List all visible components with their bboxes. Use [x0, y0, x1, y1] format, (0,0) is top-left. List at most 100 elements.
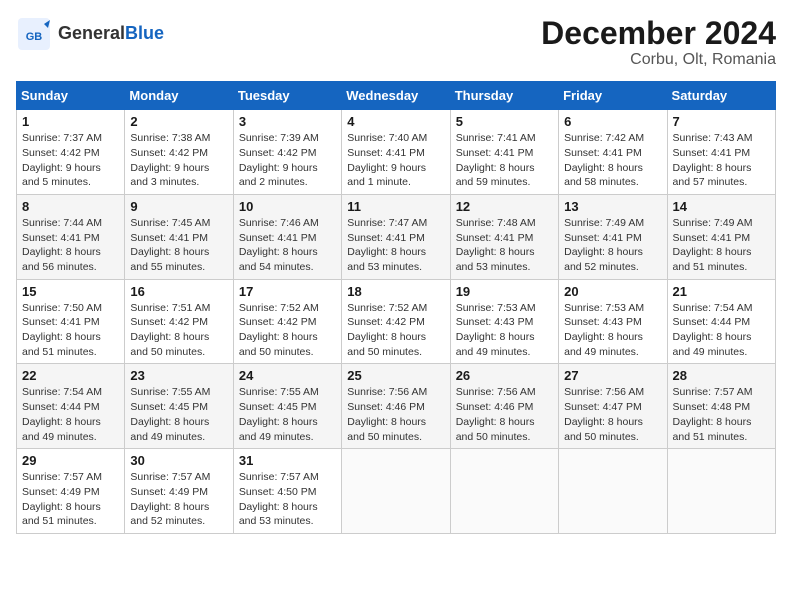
svg-text:GB: GB — [26, 31, 43, 43]
calendar-cell — [342, 449, 450, 534]
day-detail: Sunrise: 7:48 AMSunset: 4:41 PMDaylight:… — [456, 216, 553, 275]
day-number: 19 — [456, 284, 553, 299]
day-number: 10 — [239, 199, 336, 214]
calendar-cell — [450, 449, 558, 534]
calendar-header-wednesday: Wednesday — [342, 82, 450, 110]
calendar-cell: 22Sunrise: 7:54 AMSunset: 4:44 PMDayligh… — [17, 364, 125, 449]
calendar-cell: 5 Sunrise: 7:41 AMSunset: 4:41 PMDaylight… — [450, 110, 558, 195]
day-number: 7 — [673, 114, 770, 129]
calendar-cell: 26 Sunrise: 7:56 AMSunset: 4:46 PMDayligh… — [450, 364, 558, 449]
day-number: 13 — [564, 199, 661, 214]
day-number: 11 — [347, 199, 444, 214]
calendar-cell: 19 Sunrise: 7:53 AMSunset: 4:43 PMDayligh… — [450, 279, 558, 364]
day-number: 9 — [130, 199, 227, 214]
logo-blue: Blue — [125, 23, 164, 43]
day-number: 2 — [130, 114, 227, 129]
day-detail: Sunrise: 7:57 AMSunset: 4:48 PMDaylight:… — [673, 385, 770, 444]
calendar-cell: 20Sunrise: 7:53 AMSunset: 4:43 PMDayligh… — [559, 279, 667, 364]
day-detail: Sunrise: 7:40 AMSunset: 4:41 PMDaylight:… — [347, 131, 444, 190]
day-number: 31 — [239, 453, 336, 468]
page-title: December 2024 — [541, 16, 776, 51]
day-number: 3 — [239, 114, 336, 129]
day-number: 20 — [564, 284, 661, 299]
day-number: 18 — [347, 284, 444, 299]
logo-general: General — [58, 23, 125, 43]
day-detail: Sunrise: 7:49 AMSunset: 4:41 PMDaylight:… — [564, 216, 661, 275]
page-subtitle: Corbu, Olt, Romania — [541, 51, 776, 69]
calendar-cell: 4 Sunrise: 7:40 AMSunset: 4:41 PMDaylight… — [342, 110, 450, 195]
day-detail: Sunrise: 7:44 AMSunset: 4:41 PMDaylight:… — [22, 216, 119, 275]
calendar-cell: 9Sunrise: 7:45 AMSunset: 4:41 PMDaylight… — [125, 194, 233, 279]
calendar-header-friday: Friday — [559, 82, 667, 110]
day-number: 30 — [130, 453, 227, 468]
calendar-cell: 21 Sunrise: 7:54 AMSunset: 4:44 PMDayligh… — [667, 279, 775, 364]
day-number: 24 — [239, 368, 336, 383]
calendar-header-sunday: Sunday — [17, 82, 125, 110]
day-detail: Sunrise: 7:39 AMSunset: 4:42 PMDaylight:… — [239, 131, 336, 190]
day-detail: Sunrise: 7:42 AMSunset: 4:41 PMDaylight:… — [564, 131, 661, 190]
day-detail: Sunrise: 7:47 AMSunset: 4:41 PMDaylight:… — [347, 216, 444, 275]
calendar-cell: 28 Sunrise: 7:57 AMSunset: 4:48 PMDayligh… — [667, 364, 775, 449]
day-detail: Sunrise: 7:55 AMSunset: 4:45 PMDaylight:… — [130, 385, 227, 444]
calendar-cell: 29 Sunrise: 7:57 AMSunset: 4:49 PMDayligh… — [17, 449, 125, 534]
calendar-cell: 2Sunrise: 7:38 AMSunset: 4:42 PMDaylight… — [125, 110, 233, 195]
day-detail: Sunrise: 7:37 AMSunset: 4:42 PMDaylight:… — [22, 131, 119, 190]
calendar-cell: 11 Sunrise: 7:47 AMSunset: 4:41 PMDayligh… — [342, 194, 450, 279]
calendar-cell: 23 Sunrise: 7:55 AMSunset: 4:45 PMDayligh… — [125, 364, 233, 449]
day-number: 5 — [456, 114, 553, 129]
calendar-cell: 31 Sunrise: 7:57 AMSunset: 4:50 PMDayligh… — [233, 449, 341, 534]
day-detail: Sunrise: 7:49 AMSunset: 4:41 PMDaylight:… — [673, 216, 770, 275]
calendar-cell: 24 Sunrise: 7:55 AMSunset: 4:45 PMDayligh… — [233, 364, 341, 449]
day-number: 1 — [22, 114, 119, 129]
day-detail: Sunrise: 7:50 AMSunset: 4:41 PMDaylight:… — [22, 301, 119, 360]
logo-text: GeneralBlue — [58, 24, 164, 44]
day-detail: Sunrise: 7:56 AMSunset: 4:46 PMDaylight:… — [347, 385, 444, 444]
calendar-cell: 1 Sunrise: 7:37 AMSunset: 4:42 PMDaylight… — [17, 110, 125, 195]
day-detail: Sunrise: 7:55 AMSunset: 4:45 PMDaylight:… — [239, 385, 336, 444]
calendar-week-row: 22Sunrise: 7:54 AMSunset: 4:44 PMDayligh… — [17, 364, 776, 449]
day-number: 4 — [347, 114, 444, 129]
calendar-cell: 6 Sunrise: 7:42 AMSunset: 4:41 PMDaylight… — [559, 110, 667, 195]
day-number: 6 — [564, 114, 661, 129]
calendar-header-thursday: Thursday — [450, 82, 558, 110]
calendar-cell: 25 Sunrise: 7:56 AMSunset: 4:46 PMDayligh… — [342, 364, 450, 449]
day-detail: Sunrise: 7:53 AMSunset: 4:43 PMDaylight:… — [456, 301, 553, 360]
calendar-week-row: 8Sunrise: 7:44 AMSunset: 4:41 PMDaylight… — [17, 194, 776, 279]
calendar-cell: 27 Sunrise: 7:56 AMSunset: 4:47 PMDayligh… — [559, 364, 667, 449]
day-detail: Sunrise: 7:54 AMSunset: 4:44 PMDaylight:… — [673, 301, 770, 360]
day-number: 29 — [22, 453, 119, 468]
day-detail: Sunrise: 7:57 AMSunset: 4:49 PMDaylight:… — [22, 470, 119, 529]
day-number: 17 — [239, 284, 336, 299]
day-detail: Sunrise: 7:52 AMSunset: 4:42 PMDaylight:… — [239, 301, 336, 360]
day-detail: Sunrise: 7:56 AMSunset: 4:47 PMDaylight:… — [564, 385, 661, 444]
calendar-cell: 30 Sunrise: 7:57 AMSunset: 4:49 PMDayligh… — [125, 449, 233, 534]
day-number: 12 — [456, 199, 553, 214]
calendar-header-saturday: Saturday — [667, 82, 775, 110]
day-detail: Sunrise: 7:46 AMSunset: 4:41 PMDaylight:… — [239, 216, 336, 275]
day-number: 25 — [347, 368, 444, 383]
calendar-cell: 16 Sunrise: 7:51 AMSunset: 4:42 PMDayligh… — [125, 279, 233, 364]
calendar-week-row: 1 Sunrise: 7:37 AMSunset: 4:42 PMDaylight… — [17, 110, 776, 195]
day-number: 26 — [456, 368, 553, 383]
day-number: 27 — [564, 368, 661, 383]
calendar-cell — [559, 449, 667, 534]
day-detail: Sunrise: 7:57 AMSunset: 4:49 PMDaylight:… — [130, 470, 227, 529]
calendar-cell: 18 Sunrise: 7:52 AMSunset: 4:42 PMDayligh… — [342, 279, 450, 364]
day-detail: Sunrise: 7:51 AMSunset: 4:42 PMDaylight:… — [130, 301, 227, 360]
day-number: 21 — [673, 284, 770, 299]
calendar-cell: 3 Sunrise: 7:39 AMSunset: 4:42 PMDaylight… — [233, 110, 341, 195]
calendar-cell: 14 Sunrise: 7:49 AMSunset: 4:41 PMDayligh… — [667, 194, 775, 279]
day-number: 16 — [130, 284, 227, 299]
day-number: 28 — [673, 368, 770, 383]
calendar-week-row: 29 Sunrise: 7:57 AMSunset: 4:49 PMDayligh… — [17, 449, 776, 534]
calendar-week-row: 15Sunrise: 7:50 AMSunset: 4:41 PMDayligh… — [17, 279, 776, 364]
calendar-cell — [667, 449, 775, 534]
day-detail: Sunrise: 7:41 AMSunset: 4:41 PMDaylight:… — [456, 131, 553, 190]
day-detail: Sunrise: 7:57 AMSunset: 4:50 PMDaylight:… — [239, 470, 336, 529]
day-number: 23 — [130, 368, 227, 383]
day-detail: Sunrise: 7:56 AMSunset: 4:46 PMDaylight:… — [456, 385, 553, 444]
day-detail: Sunrise: 7:43 AMSunset: 4:41 PMDaylight:… — [673, 131, 770, 190]
day-detail: Sunrise: 7:52 AMSunset: 4:42 PMDaylight:… — [347, 301, 444, 360]
day-number: 14 — [673, 199, 770, 214]
title-block: December 2024 Corbu, Olt, Romania — [541, 16, 776, 69]
